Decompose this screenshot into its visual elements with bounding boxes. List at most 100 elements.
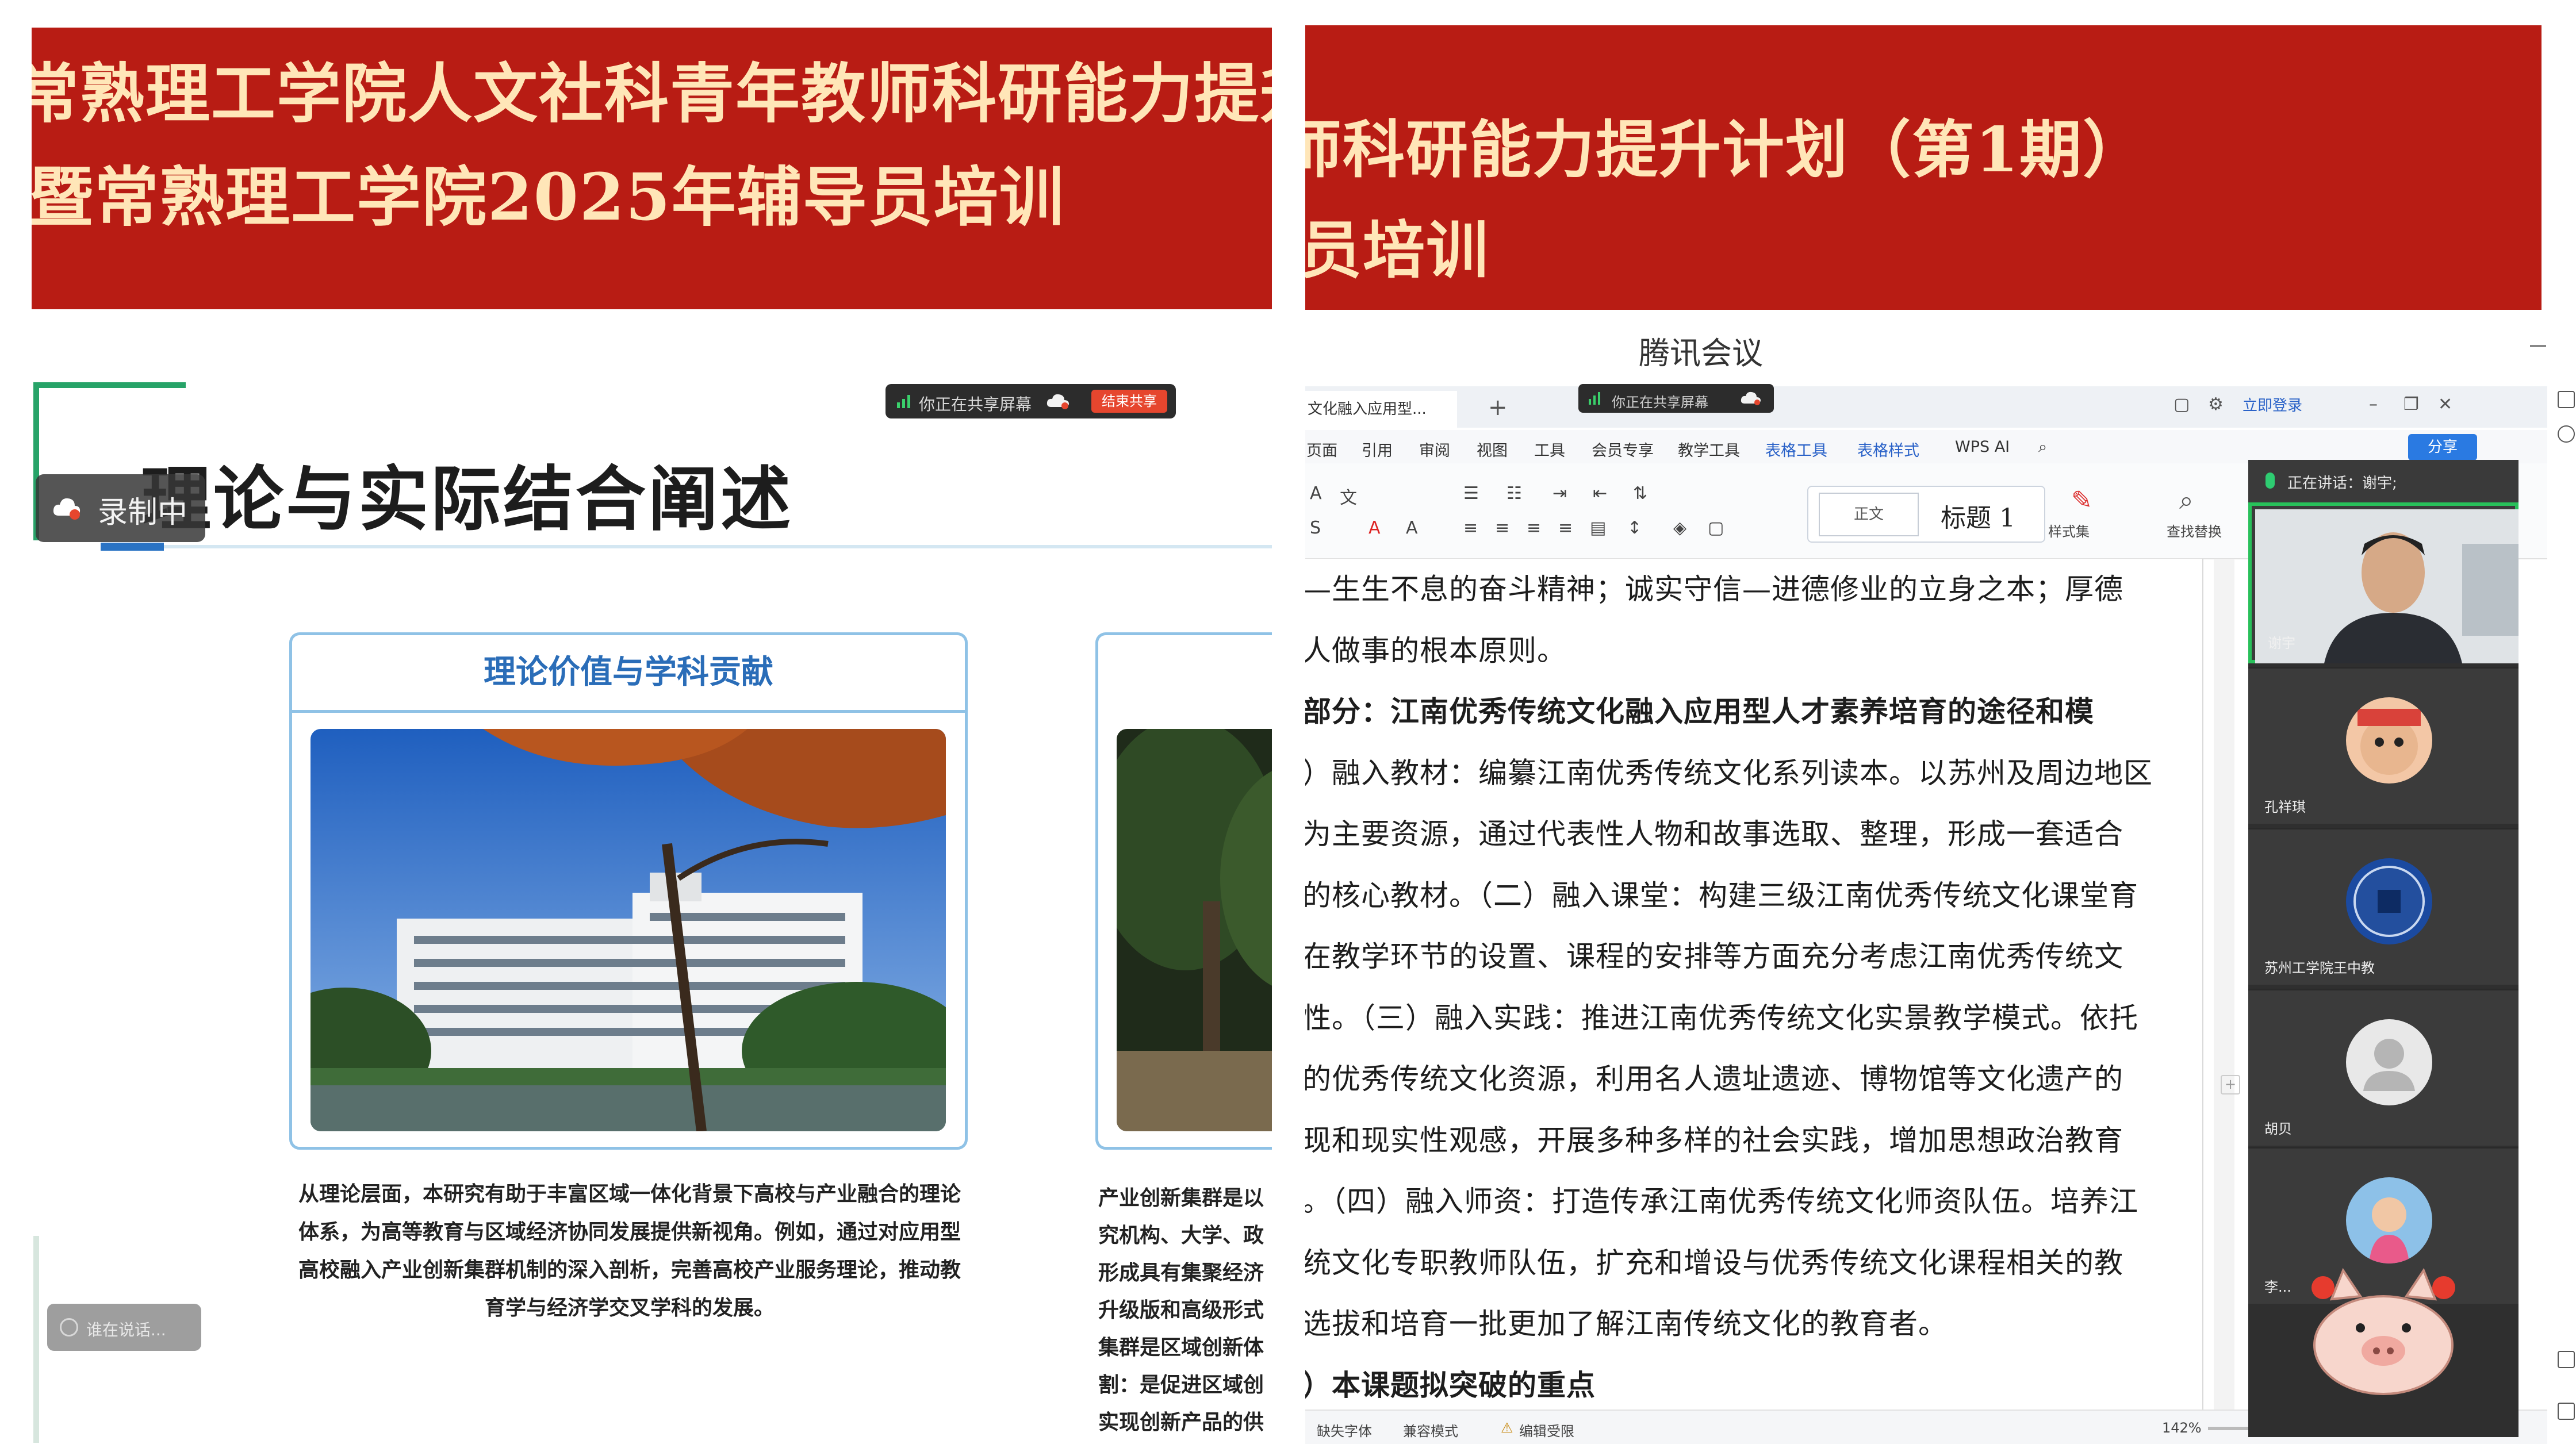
style-heading1[interactable]: 标题 1 xyxy=(1941,497,2015,534)
status-missing-font[interactable]: 缺失字体 xyxy=(1317,1420,1372,1440)
document-line[interactable]: ）融入教材：编纂江南优秀传统文化系列读本。以苏州及周边地区 xyxy=(1305,750,2153,792)
outdent-icon[interactable]: ⇤ xyxy=(1593,483,1607,504)
number-list-icon[interactable]: ☷ xyxy=(1506,483,1522,504)
settings-icon[interactable]: ⚙ xyxy=(2208,394,2224,414)
participant-avatar xyxy=(2346,858,2432,944)
status-edit-restricted[interactable]: 编辑受限 xyxy=(1519,1420,1574,1440)
search-icon[interactable] xyxy=(2558,425,2575,443)
document-line[interactable]: 的优秀传统文化资源，利用名人遗址遗迹、博物馆等文化遗产的 xyxy=(1305,1056,2123,1097)
card2-line: 集群是区域创新体 xyxy=(1098,1336,1264,1359)
style-set-button[interactable]: 样式集 xyxy=(2048,520,2090,540)
cloud-record-icon[interactable] xyxy=(1739,390,1762,407)
indent-icon[interactable]: ⇥ xyxy=(1552,483,1567,504)
document-line[interactable]: 现和现实性观感，开展多种多样的社会实践，增加思想政治教育 xyxy=(1305,1117,2123,1159)
style-gallery[interactable]: 正文 标题 1 xyxy=(1807,486,2045,543)
find-replace-icon[interactable]: ⌕ xyxy=(2179,486,2194,515)
char-shading-icon[interactable]: A xyxy=(1406,518,1418,538)
document-line[interactable]: 性。（三）融入实践：推进江南优秀传统文化实景教学模式。依托 xyxy=(1305,995,2138,1036)
card2-line: 实现创新产品的供 xyxy=(1098,1411,1264,1434)
speaker-icon xyxy=(60,1318,78,1337)
card2-line: 割：是促进区域创 xyxy=(1098,1373,1264,1397)
menu-reference[interactable]: 引用 xyxy=(1362,438,1393,460)
shading-icon[interactable]: ◈ xyxy=(1673,518,1686,538)
window-icon[interactable]: ▢ xyxy=(2174,394,2190,414)
settings-icon[interactable] xyxy=(2558,1403,2575,1420)
document-line[interactable]: ）本课题拟突破的重点 xyxy=(1305,1362,1596,1404)
document-line[interactable]: 部分：江南优秀传统文化融入应用型人才素养培育的途径和模 xyxy=(1305,689,2094,730)
title-underline xyxy=(101,545,1285,548)
speaker-indicator: 谁在说话... xyxy=(47,1304,201,1351)
align-right-icon[interactable]: ≡ xyxy=(1527,518,1541,538)
style-normal[interactable]: 正文 xyxy=(1819,493,1919,536)
screen-share-status-bar: 你正在共享屏幕 结束共享 xyxy=(885,384,1176,418)
menu-page[interactable]: 页面 xyxy=(1306,438,1337,460)
document-line[interactable]: 在教学环节的设置、课程的安排等方面充分考虑江南优秀传统文 xyxy=(1305,934,2123,975)
document-line[interactable]: 统文化专职教师队伍，扩充和增设与优秀传统文化课程相关的教 xyxy=(1305,1240,2123,1281)
pig-sticker-icon xyxy=(2312,1268,2455,1395)
align-center-icon[interactable]: ≡ xyxy=(1495,518,1509,538)
justify-icon[interactable]: ≡ xyxy=(1558,518,1573,538)
document-line[interactable]: 的核心教材。（二）融入课堂：构建三级江南优秀传统文化课堂育 xyxy=(1305,873,2138,914)
participant-avatar xyxy=(2346,697,2432,784)
layout-icon[interactable] xyxy=(2558,1351,2575,1368)
sort-icon[interactable]: ⇅ xyxy=(1633,483,1647,504)
card2-line: 究机构、大学、政 xyxy=(1098,1224,1264,1247)
menu-wps-ai[interactable]: WPS AI xyxy=(1955,438,2010,456)
recording-badge[interactable]: 录制中 xyxy=(36,474,205,542)
share-status-text: 你正在共享屏幕 xyxy=(919,395,1032,414)
banner-title-line1: 常熟理工学院人文社科青年教师科研能力提升 xyxy=(32,56,1274,132)
align-left-icon[interactable]: ≡ xyxy=(1463,518,1478,538)
restore-window-icon[interactable]: ❐ xyxy=(2404,394,2419,414)
menu-tools[interactable]: 工具 xyxy=(1534,438,1565,460)
document-body[interactable] xyxy=(1305,559,2202,1410)
minimize-icon[interactable] xyxy=(2530,345,2546,347)
distribute-icon[interactable]: ▤ xyxy=(1590,518,1606,538)
menu-teaching-tools[interactable]: 教学工具 xyxy=(1678,438,1740,460)
banner: 常熟理工学院人文社科青年教师科研能力提升 暨常熟理工学院2025年辅导员培训 xyxy=(32,28,1274,309)
warning-icon: ⚠ xyxy=(1501,1420,1513,1436)
bullet-list-icon[interactable]: ☰ xyxy=(1463,483,1479,504)
cloud-record-icon[interactable] xyxy=(1045,392,1071,410)
font-color-icon[interactable]: A xyxy=(1368,518,1381,538)
panel-icon[interactable] xyxy=(2558,391,2575,408)
find-replace-button[interactable]: 查找替换 xyxy=(2167,520,2222,540)
pinyin-icon[interactable]: 文 xyxy=(1340,483,1357,509)
participant-tile[interactable]: 谢宇 xyxy=(2248,502,2518,663)
line-spacing-icon[interactable]: ↕ xyxy=(1627,518,1642,538)
menu-table-style[interactable]: 表格样式 xyxy=(1857,438,1919,460)
menu-review[interactable]: 审阅 xyxy=(1419,438,1450,460)
font-size-icon[interactable]: A xyxy=(1310,483,1322,504)
document-line[interactable]: —生生不息的奋斗精神；诚实守信—进德修业的立身之本；厚德 xyxy=(1305,566,2123,608)
zoom-level[interactable]: 142% xyxy=(2162,1420,2202,1436)
signal-icon xyxy=(897,395,910,408)
status-compat-mode[interactable]: 兼容模式 xyxy=(1403,1420,1458,1440)
border-icon[interactable]: ▢ xyxy=(1708,518,1724,538)
style-set-icon[interactable]: ✎ xyxy=(2071,486,2092,515)
document-line[interactable]: 。（四）融入师资：打造传承江南优秀传统文化师资队伍。培养江 xyxy=(1305,1178,2138,1220)
participant-tile[interactable]: 孔祥琪 xyxy=(2248,667,2518,824)
card2-line: 升级版和高级形式 xyxy=(1098,1299,1264,1322)
login-button[interactable]: 立即登录 xyxy=(2242,394,2302,415)
share-button[interactable]: 分享 xyxy=(2408,434,2477,460)
close-window-icon[interactable]: ✕ xyxy=(2438,394,2452,414)
participant-tile[interactable]: 苏州工学院王中教 xyxy=(2248,828,2518,985)
stop-share-button[interactable]: 结束共享 xyxy=(1091,390,1167,413)
participant-name: 谢宇 xyxy=(2268,635,2295,651)
strikethrough-icon[interactable]: S xyxy=(1310,518,1321,538)
participant-tile[interactable]: 胡贝 xyxy=(2248,989,2518,1146)
new-tab-icon[interactable]: + xyxy=(1488,394,1508,421)
menu-member[interactable]: 会员专享 xyxy=(1592,438,1654,460)
document-scrollbar[interactable] xyxy=(2214,559,2234,1410)
card2-line: 形成具有集聚经济 xyxy=(1098,1261,1264,1285)
document-line[interactable]: 人做事的根本原则。 xyxy=(1305,628,1566,669)
menu-view[interactable]: 视图 xyxy=(1477,438,1508,460)
document-line[interactable]: 选拔和培育一批更加了解江南传统文化的教育者。 xyxy=(1305,1301,1948,1342)
card-title: 理论价值与学科贡献 xyxy=(292,635,965,713)
document-line[interactable]: 为主要资源，通过代表性人物和故事选取、整理，形成一套适合 xyxy=(1305,811,2123,852)
default-user-icon xyxy=(2346,1019,2432,1105)
menu-table-tools[interactable]: 表格工具 xyxy=(1765,438,1827,460)
add-icon[interactable]: + xyxy=(2221,1075,2240,1094)
minimize-window-icon[interactable]: – xyxy=(2369,394,2378,414)
search-icon[interactable]: ⌕ xyxy=(2038,438,2047,456)
document-tab[interactable]: 文化融入应用型... xyxy=(1305,391,1457,428)
